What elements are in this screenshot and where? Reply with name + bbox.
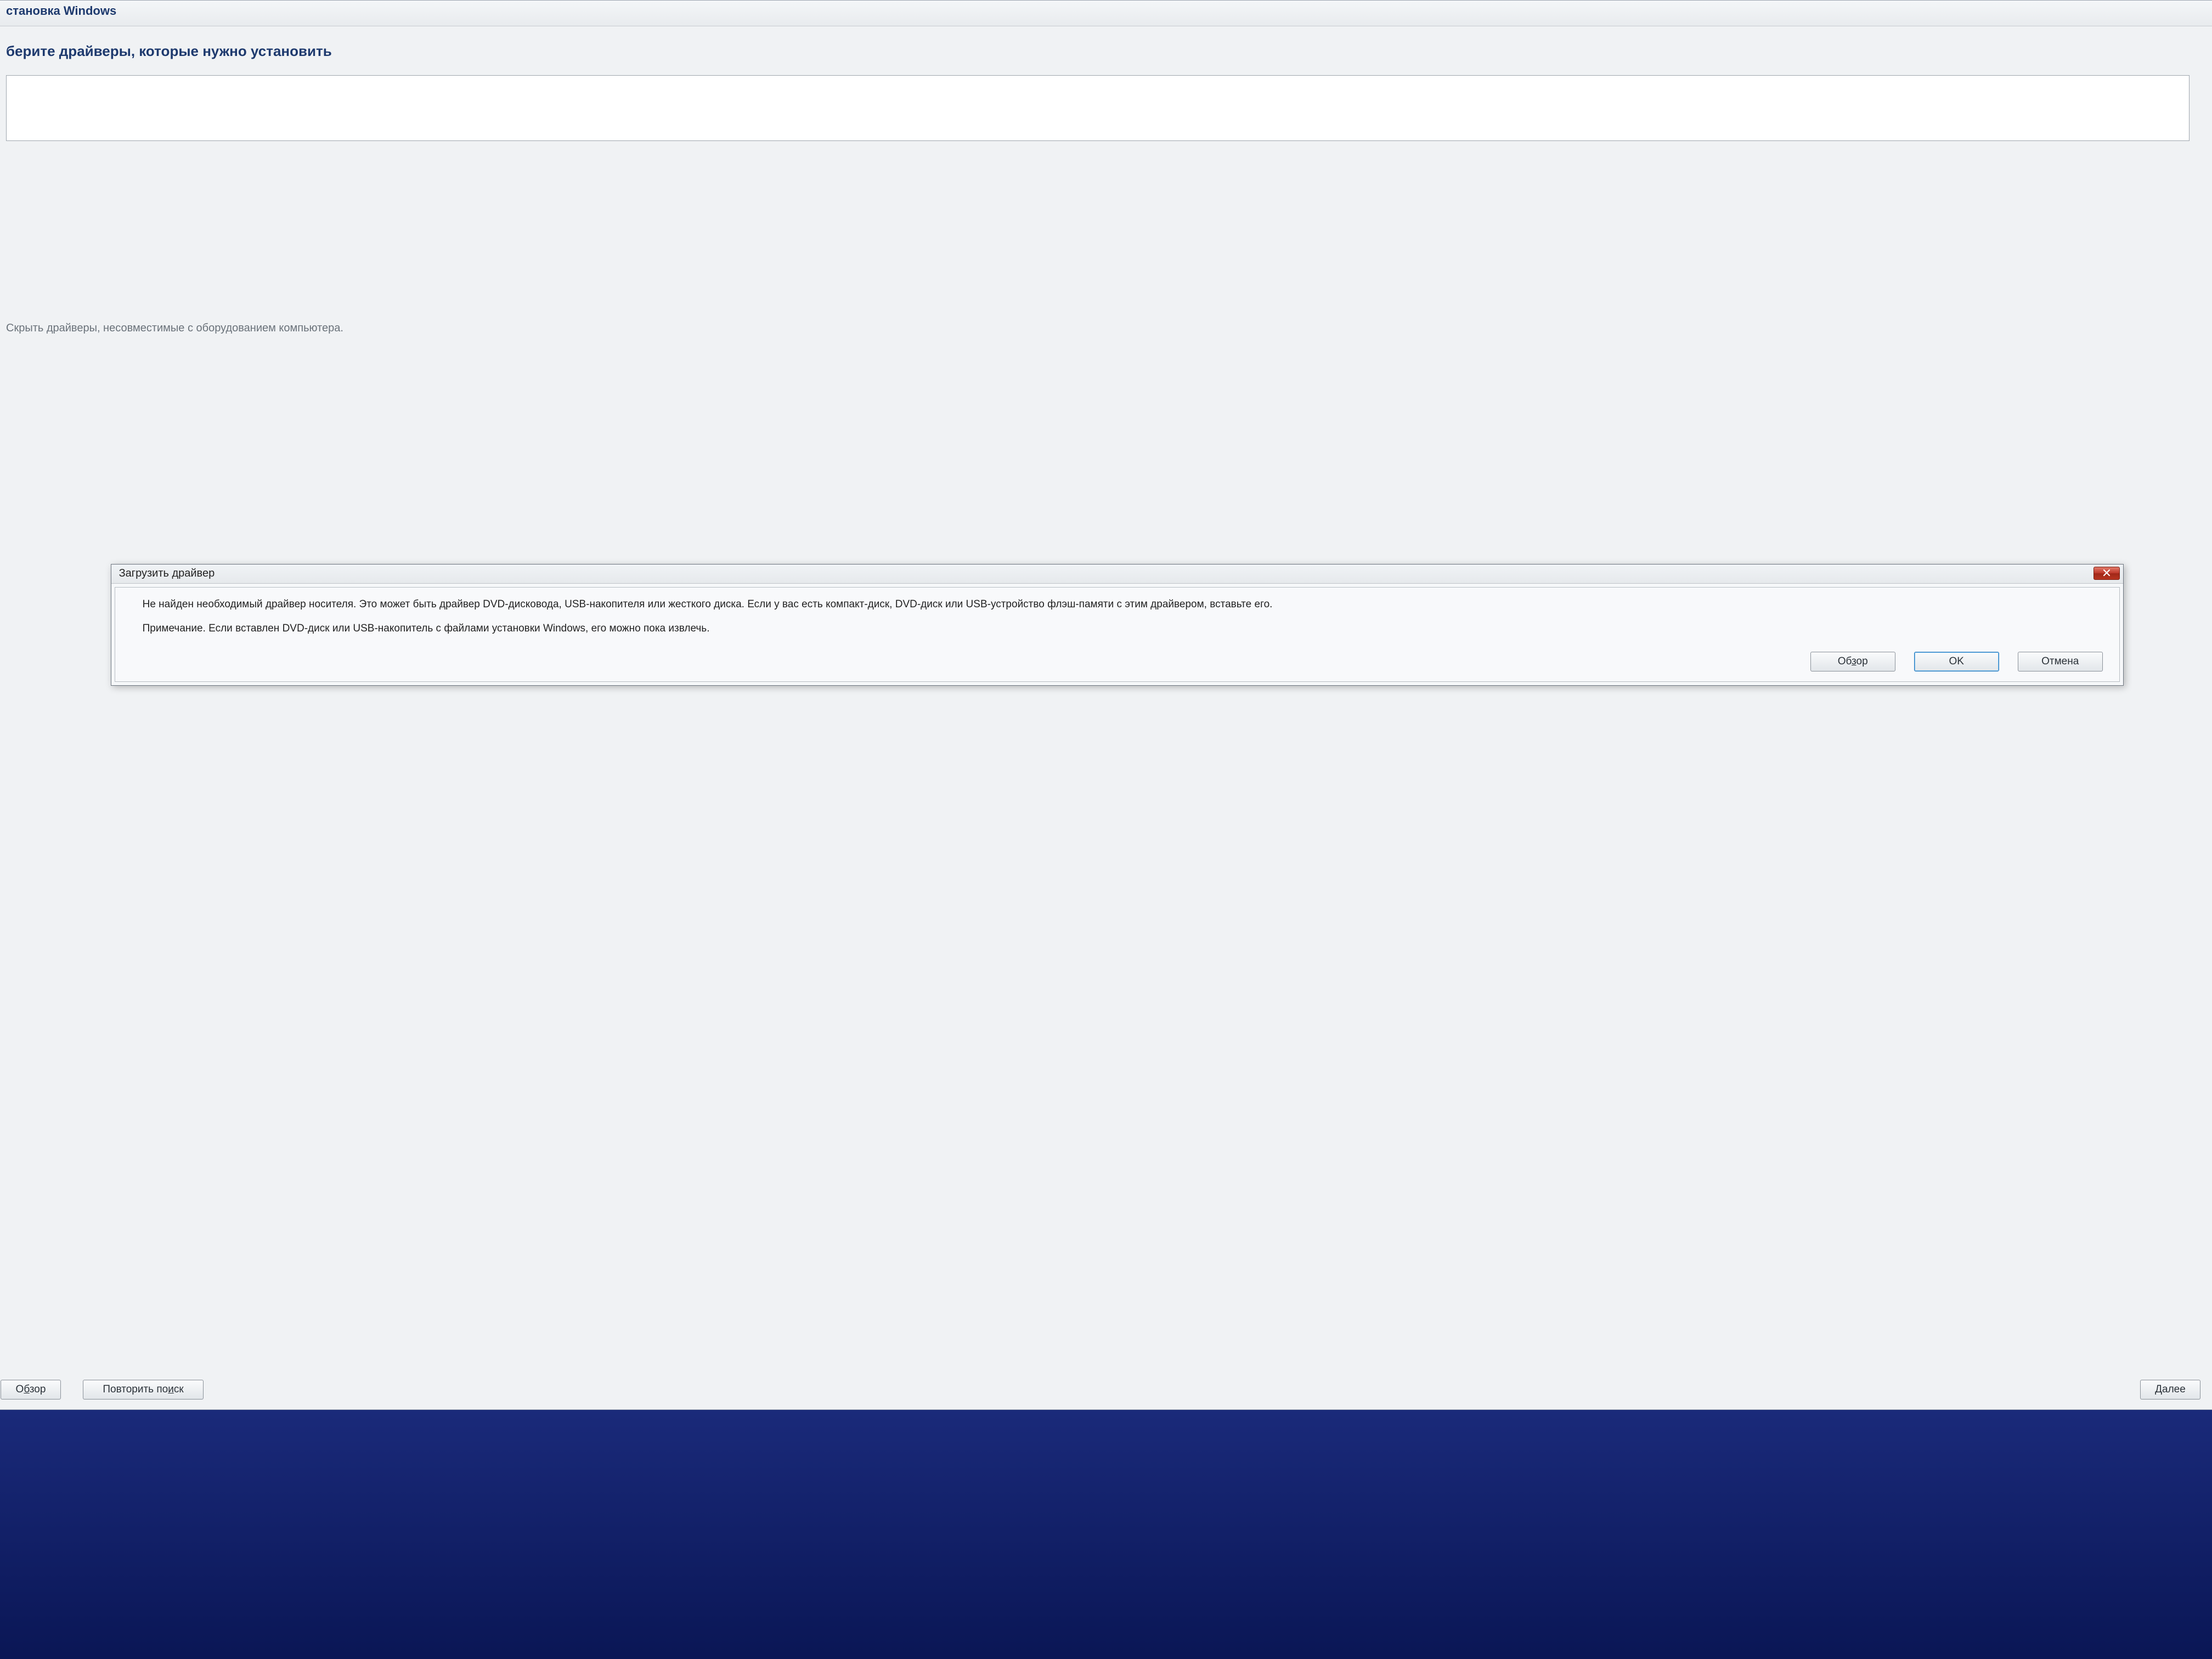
- dialog-browse-button[interactable]: Обзор: [1810, 652, 1895, 672]
- bottom-button-row: Обзор Повторить поиск Далее: [1, 1380, 2200, 1400]
- browse-button[interactable]: Обзор: [1, 1380, 61, 1400]
- dialog-message-2: Примечание. Если вставлен DVD-диск или U…: [143, 622, 2103, 636]
- dialog-message-1: Не найден необходимый драйвер носителя. …: [143, 597, 2103, 612]
- driver-list[interactable]: [6, 75, 2190, 141]
- dialog-body: Не найден необходимый драйвер носителя. …: [115, 587, 2120, 682]
- main-window-title: становка Windows: [0, 1, 2212, 26]
- rescan-button-label: Повторить поиск: [103, 1384, 183, 1395]
- load-driver-dialog: Загрузить драйвер Не найден необходимый …: [111, 564, 2124, 686]
- browse-button-label: Обзор: [16, 1384, 46, 1395]
- dialog-button-row: Обзор OK Отмена: [143, 652, 2103, 672]
- rescan-button[interactable]: Повторить поиск: [83, 1380, 204, 1400]
- dialog-titlebar: Загрузить драйвер: [111, 565, 2123, 584]
- dialog-title: Загрузить драйвер: [119, 567, 215, 580]
- dialog-ok-button[interactable]: OK: [1914, 652, 1999, 672]
- windows-setup-window: становка Windows берите драйверы, которы…: [0, 0, 2212, 1410]
- next-button-label: Далее: [2155, 1384, 2186, 1395]
- page-heading: берите драйверы, которые нужно установит…: [6, 43, 2190, 60]
- close-icon: [2103, 567, 2111, 580]
- desktop-background: [0, 1410, 2212, 1659]
- hide-incompatible-label: Скрыть драйверы, несовместимые с оборудо…: [6, 322, 2190, 335]
- dialog-browse-label: Обзор: [1838, 656, 1868, 667]
- next-button[interactable]: Далее: [2140, 1380, 2200, 1400]
- main-content-area: берите драйверы, которые нужно установит…: [0, 26, 2212, 346]
- close-button[interactable]: [2094, 567, 2120, 580]
- dialog-cancel-button[interactable]: Отмена: [2018, 652, 2103, 672]
